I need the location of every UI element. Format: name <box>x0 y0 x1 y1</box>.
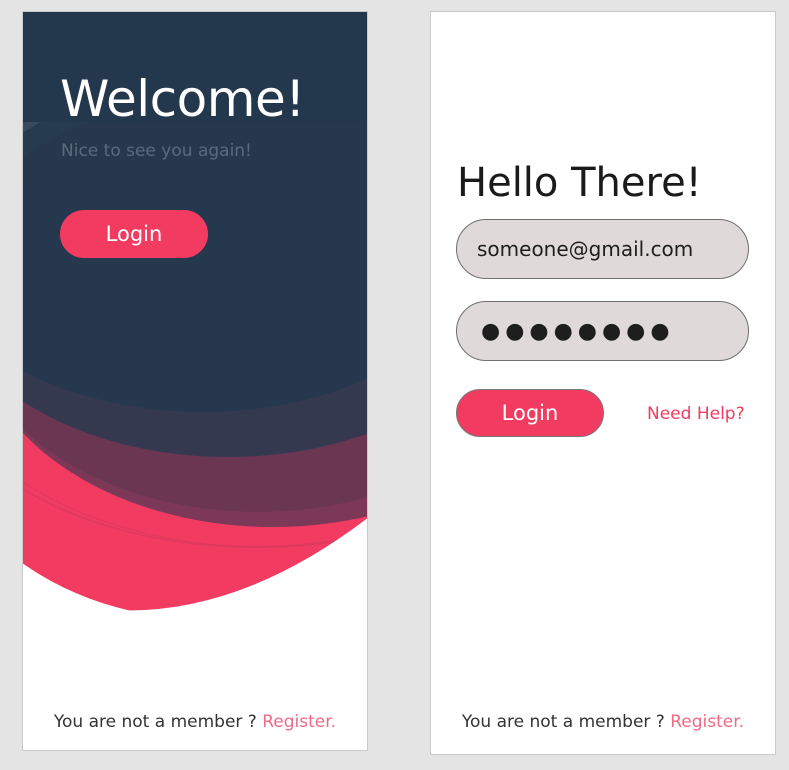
email-field[interactable] <box>456 219 749 279</box>
footer-text: You are not a member ? <box>461 712 671 732</box>
login-screen: Hello There! Login Need Help? You are no… <box>430 11 776 755</box>
register-footer: You are not a member ? Register. <box>431 712 775 732</box>
page-title: Hello There! <box>457 160 702 206</box>
register-link[interactable]: Register. <box>670 712 744 732</box>
password-input[interactable] <box>457 302 748 360</box>
welcome-screen: Welcome! Nice to see you again! Login Yo… <box>22 11 368 751</box>
need-help-link[interactable]: Need Help? <box>647 404 745 424</box>
welcome-title: Welcome! <box>60 70 305 128</box>
email-input[interactable] <box>457 220 748 278</box>
login-button[interactable]: Login <box>60 210 208 258</box>
register-link[interactable]: Register. <box>262 712 336 732</box>
password-field[interactable] <box>456 301 749 361</box>
footer-text: You are not a member ? <box>53 712 263 732</box>
welcome-subtitle: Nice to see you again! <box>61 141 252 161</box>
login-button[interactable]: Login <box>456 389 604 437</box>
register-footer: You are not a member ? Register. <box>23 712 367 732</box>
